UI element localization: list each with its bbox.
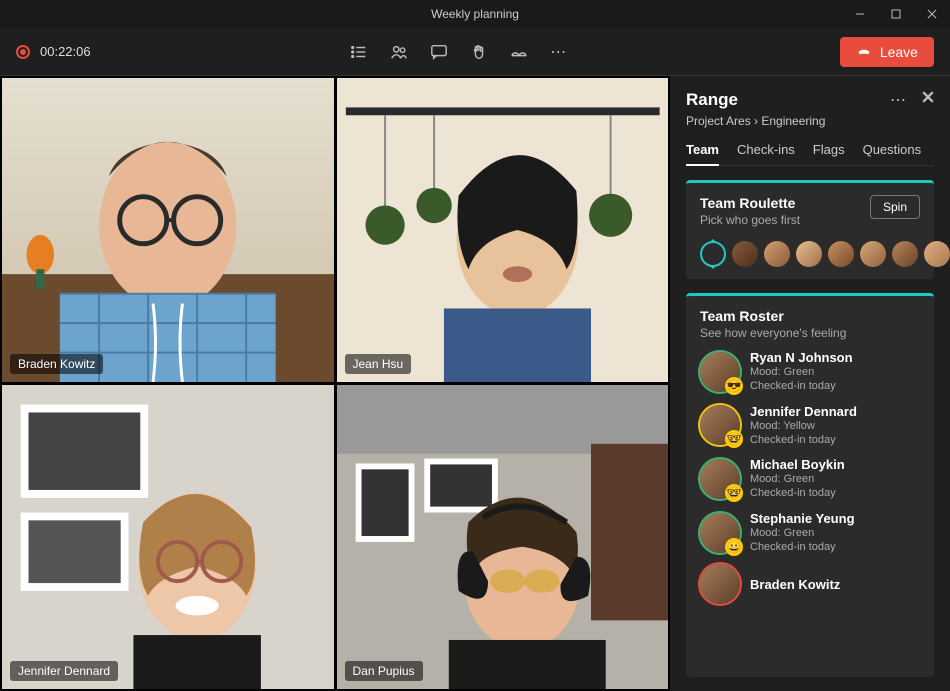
tab-checkins[interactable]: Check-ins — [737, 142, 795, 165]
video-tile[interactable]: Braden Kowitz — [2, 78, 334, 382]
avatar[interactable] — [732, 241, 758, 267]
maximize-button[interactable] — [878, 0, 914, 28]
roster-status: Checked-in today — [750, 433, 857, 447]
roster-item[interactable]: Braden Kowitz — [700, 564, 920, 604]
participant-name: Braden Kowitz — [10, 354, 103, 374]
range-panel: Range ⋯ Project Ares › Engineering Team … — [670, 76, 950, 691]
roulette-subtitle: Pick who goes first — [700, 213, 800, 227]
avatar: 🤓 — [700, 405, 740, 445]
roster-name: Michael Boykin — [750, 457, 845, 472]
tab-team[interactable]: Team — [686, 142, 719, 165]
roster-item[interactable]: 😎 Ryan N Johnson Mood: Green Checked-in … — [700, 350, 920, 394]
people-icon[interactable] — [390, 43, 408, 61]
avatar[interactable] — [796, 241, 822, 267]
tab-questions[interactable]: Questions — [863, 142, 922, 165]
mood-emoji-icon: 🤓 — [725, 484, 743, 502]
avatar[interactable] — [828, 241, 854, 267]
roster-status: Checked-in today — [750, 540, 855, 554]
window-controls — [842, 0, 950, 28]
video-tile[interactable]: Dan Pupius — [337, 385, 669, 689]
roster-mood: Mood: Green — [750, 526, 855, 540]
toolbar-center-controls: ⋯ — [350, 43, 568, 61]
mood-emoji-icon: 😎 — [725, 377, 743, 395]
avatar: 😎 — [700, 352, 740, 392]
spin-button[interactable]: Spin — [870, 195, 920, 219]
panel-title: Range — [686, 90, 738, 110]
list-icon[interactable] — [350, 43, 368, 61]
avatar: 😀 — [700, 513, 740, 553]
mood-emoji-icon: 😀 — [725, 538, 743, 556]
title-bar: Weekly planning — [0, 0, 950, 28]
tab-flags[interactable]: Flags — [813, 142, 845, 165]
video-tile[interactable]: Jennifer Dennard — [2, 385, 334, 689]
panel-header: Range ⋯ — [686, 90, 934, 110]
roster-title: Team Roster — [700, 308, 920, 324]
roster-item[interactable]: 🤓 Jennifer Dennard Mood: Yellow Checked-… — [700, 404, 920, 448]
roulette-title: Team Roulette — [700, 195, 800, 211]
rooms-icon[interactable] — [510, 43, 528, 61]
roster-subtitle: See how everyone's feeling — [700, 326, 920, 340]
minimize-button[interactable] — [842, 0, 878, 28]
team-roster-card: Team Roster See how everyone's feeling 😎… — [686, 293, 934, 677]
roster-name: Stephanie Yeung — [750, 511, 855, 526]
leave-button[interactable]: Leave — [840, 37, 934, 67]
avatar[interactable] — [764, 241, 790, 267]
panel-tabs: Team Check-ins Flags Questions — [686, 142, 934, 166]
roster-name: Ryan N Johnson — [750, 350, 853, 365]
raise-hand-icon[interactable] — [470, 43, 488, 61]
window-title: Weekly planning — [431, 7, 519, 21]
video-grid: Braden Kowitz Jean Hsu — [0, 76, 670, 691]
breadcrumb[interactable]: Project Ares › Engineering — [686, 114, 934, 128]
chat-icon[interactable] — [430, 43, 448, 61]
roster-item[interactable]: 😀 Stephanie Yeung Mood: Green Checked-in… — [700, 511, 920, 555]
roster-status: Checked-in today — [750, 379, 853, 393]
participant-name: Dan Pupius — [345, 661, 423, 681]
panel-close-icon[interactable] — [922, 90, 934, 110]
recording-indicator-icon — [16, 45, 30, 59]
meeting-toolbar: 00:22:06 ⋯ Leave — [0, 28, 950, 76]
leave-label: Leave — [880, 44, 918, 60]
panel-more-icon[interactable]: ⋯ — [890, 90, 908, 110]
close-button[interactable] — [914, 0, 950, 28]
avatar[interactable] — [860, 241, 886, 267]
content-area: Braden Kowitz Jean Hsu — [0, 76, 950, 691]
video-tile[interactable]: Jean Hsu — [337, 78, 669, 382]
roster-status: Checked-in today — [750, 486, 845, 500]
roster-name: Braden Kowitz — [750, 577, 840, 592]
roster-name: Jennifer Dennard — [750, 404, 857, 419]
spinner-indicator-icon — [700, 241, 726, 267]
avatar: 🤓 — [700, 459, 740, 499]
participant-name: Jean Hsu — [345, 354, 412, 374]
more-actions-icon[interactable]: ⋯ — [550, 43, 568, 61]
roulette-avatars — [700, 241, 920, 267]
mood-emoji-icon: 🤓 — [725, 430, 743, 448]
avatar[interactable] — [924, 241, 950, 267]
roster-mood: Mood: Green — [750, 472, 845, 486]
roster-list: 😎 Ryan N Johnson Mood: Green Checked-in … — [700, 350, 920, 604]
roster-mood: Mood: Green — [750, 365, 853, 379]
participant-name: Jennifer Dennard — [10, 661, 118, 681]
hangup-icon — [856, 44, 872, 60]
roster-item[interactable]: 🤓 Michael Boykin Mood: Green Checked-in … — [700, 457, 920, 501]
avatar — [700, 564, 740, 604]
avatar[interactable] — [892, 241, 918, 267]
meeting-timer: 00:22:06 — [40, 44, 91, 59]
team-roulette-card: Team Roulette Pick who goes first Spin — [686, 180, 934, 279]
roster-mood: Mood: Yellow — [750, 419, 857, 433]
